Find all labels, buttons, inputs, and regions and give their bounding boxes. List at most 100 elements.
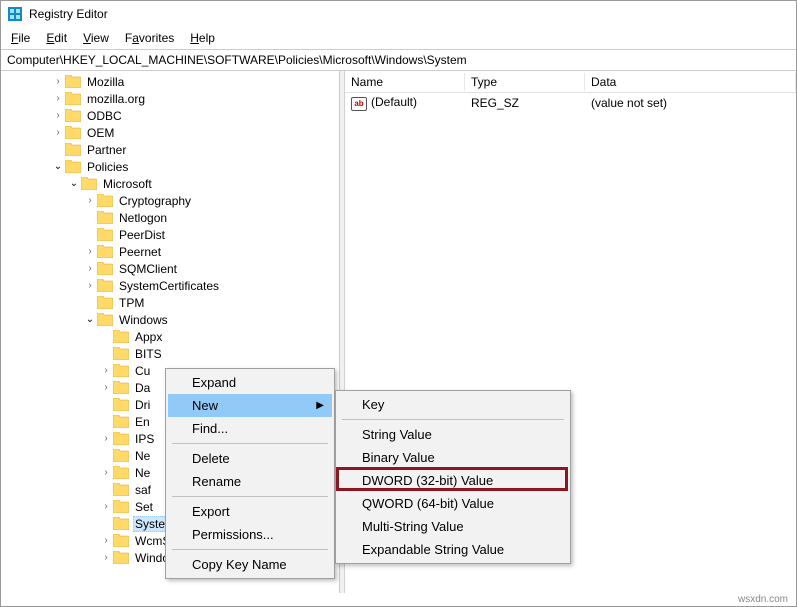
expander-icon[interactable]: › [51,76,65,87]
folder-icon [97,228,113,241]
expander-icon[interactable]: › [83,280,97,291]
ctx-copy-key-name[interactable]: Copy Key Name [168,553,332,576]
ctx-export[interactable]: Export [168,500,332,523]
folder-icon [113,432,129,445]
window-title: Registry Editor [29,7,108,21]
ctx-expand[interactable]: Expand [168,371,332,394]
folder-icon [97,296,113,309]
ctx-new[interactable]: New▶ [168,394,332,417]
folder-icon [65,126,81,139]
tree-item-odbc[interactable]: ›ODBC [11,107,339,124]
cell-name: ab(Default) [345,93,465,113]
folder-icon [65,109,81,122]
expander-icon[interactable]: › [99,501,113,512]
tree-item-microsoft[interactable]: ⌄Microsoft [11,175,339,192]
tree-item-policies[interactable]: ⌄Policies [11,158,339,175]
ctx-separator [172,549,328,550]
cell-type: REG_SZ [465,94,585,112]
expander-icon[interactable]: › [51,127,65,138]
col-header-name[interactable]: Name [345,73,465,91]
watermark: wsxdn.com [738,594,788,605]
regedit-icon [7,6,23,22]
ctx-delete[interactable]: Delete [168,447,332,470]
ctx-separator [342,419,564,420]
ctx-new-string[interactable]: String Value [338,423,568,446]
folder-icon [113,517,129,530]
expander-icon[interactable]: › [99,382,113,393]
col-header-type[interactable]: Type [465,73,585,91]
expander-icon[interactable]: ⌄ [67,178,81,189]
folder-icon [97,262,113,275]
folder-icon [97,279,113,292]
folder-icon [113,449,129,462]
tree-item-partner[interactable]: Partner [11,141,339,158]
tree-item-bits[interactable]: BITS [11,345,339,362]
title-bar: Registry Editor [1,1,796,27]
ctx-new-multistring[interactable]: Multi-String Value [338,515,568,538]
tree-item-systemcertificates[interactable]: ›SystemCertificates [11,277,339,294]
tree-item-tpm[interactable]: TPM [11,294,339,311]
folder-icon [97,313,113,326]
list-row-default[interactable]: ab(Default) REG_SZ (value not set) [345,93,796,113]
expander-icon[interactable]: › [51,93,65,104]
tree-item-mozilla[interactable]: ›Mozilla [11,73,339,90]
folder-icon [113,534,129,547]
folder-icon [65,92,81,105]
ctx-new-key[interactable]: Key [338,393,568,416]
folder-icon [113,347,129,360]
expander-icon[interactable]: › [83,263,97,274]
list-header: Name Type Data [345,71,796,93]
tree-item-windows[interactable]: ⌄Windows [11,311,339,328]
tree-item-peernet[interactable]: ›Peernet [11,243,339,260]
folder-icon [65,160,81,173]
folder-icon [113,398,129,411]
tree-item-netlogon[interactable]: Netlogon [11,209,339,226]
tree-item-cryptography[interactable]: ›Cryptography [11,192,339,209]
expander-icon[interactable]: ⌄ [51,161,65,172]
tree-item-sqmclient[interactable]: ›SQMClient [11,260,339,277]
folder-icon [65,75,81,88]
tree-item-oem[interactable]: ›OEM [11,124,339,141]
ctx-find[interactable]: Find... [168,417,332,440]
expander-icon[interactable]: › [83,195,97,206]
expander-icon[interactable]: › [99,535,113,546]
expander-icon[interactable]: › [51,110,65,121]
context-menu-new-submenu: Key String Value Binary Value DWORD (32-… [335,390,571,564]
address-bar[interactable]: Computer\HKEY_LOCAL_MACHINE\SOFTWARE\Pol… [1,50,796,71]
menu-file[interactable]: File [5,29,36,47]
expander-icon[interactable]: ⌄ [83,314,97,325]
folder-icon [113,483,129,496]
folder-icon [113,381,129,394]
folder-icon [113,330,129,343]
menu-edit[interactable]: Edit [40,29,73,47]
ctx-new-dword[interactable]: DWORD (32-bit) Value [338,469,568,492]
context-menu-primary: Expand New▶ Find... Delete Rename Export… [165,368,335,579]
cell-data: (value not set) [585,94,796,112]
folder-icon [113,466,129,479]
menu-help[interactable]: Help [184,29,221,47]
ctx-separator [172,443,328,444]
expander-icon[interactable]: › [99,365,113,376]
ctx-permissions[interactable]: Permissions... [168,523,332,546]
menu-favorites[interactable]: Favorites [119,29,180,47]
col-header-data[interactable]: Data [585,73,796,91]
folder-icon [113,415,129,428]
folder-icon [81,177,97,190]
menu-bar: File Edit View Favorites Help [1,27,796,50]
menu-view[interactable]: View [77,29,115,47]
ctx-rename[interactable]: Rename [168,470,332,493]
submenu-arrow-icon: ▶ [316,400,324,411]
ctx-new-qword[interactable]: QWORD (64-bit) Value [338,492,568,515]
tree-item-appx[interactable]: Appx [11,328,339,345]
expander-icon[interactable]: › [99,433,113,444]
tree-item-mozilla-org[interactable]: ›mozilla.org [11,90,339,107]
expander-icon[interactable]: › [99,467,113,478]
folder-icon [97,245,113,258]
folder-icon [113,500,129,513]
ctx-new-expandable[interactable]: Expandable String Value [338,538,568,561]
expander-icon[interactable]: › [99,552,113,563]
expander-icon[interactable]: › [83,246,97,257]
ctx-new-binary[interactable]: Binary Value [338,446,568,469]
string-value-icon: ab [351,97,367,111]
tree-item-peerdist[interactable]: PeerDist [11,226,339,243]
